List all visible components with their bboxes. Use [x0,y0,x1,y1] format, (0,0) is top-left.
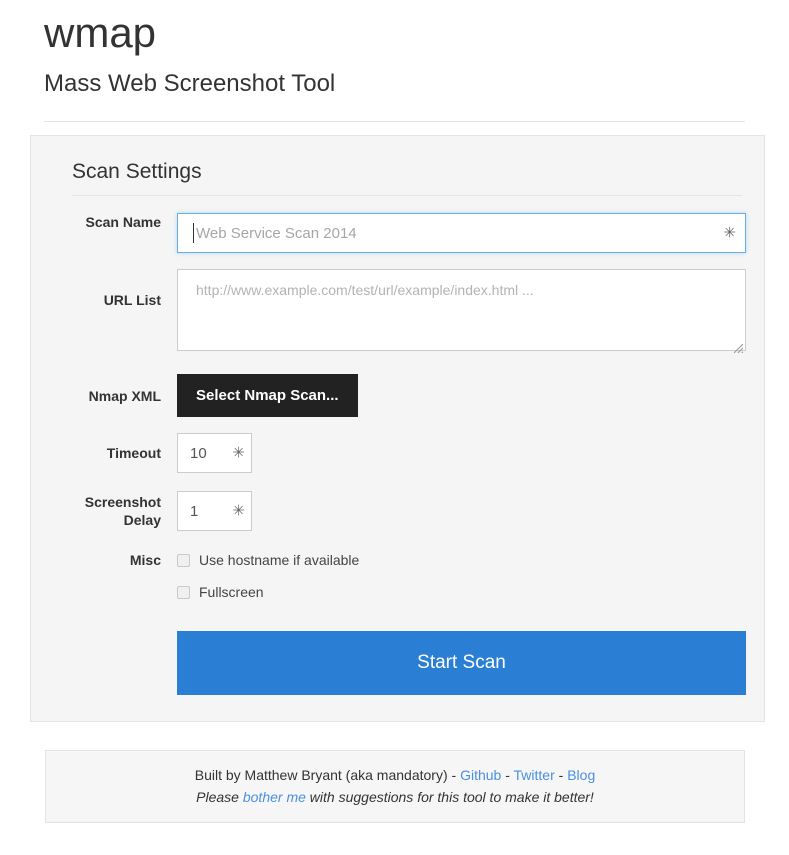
timeout-label: Timeout [106,445,161,461]
footer-separator: - [451,767,461,783]
use-hostname-label[interactable]: Use hostname if available [199,551,359,569]
screenshot-delay-input-wrap: ✳ [177,491,252,531]
form-row-timeout: Timeout ✳ [53,433,742,473]
checkbox-row-fullscreen[interactable]: Fullscreen [177,581,742,603]
scan-name-input-wrap: ✳ [177,213,746,253]
scan-name-label: Scan Name [85,214,161,230]
text-caret [193,223,194,243]
screenshot-delay-label-line2: Delay [123,512,161,528]
page-footer: Built by Matthew Bryant (aka mandatory) … [45,750,745,823]
header-divider [44,121,745,122]
footer-suffix-text: with suggestions for this tool to make i… [305,789,594,805]
footer-separator: - [501,767,514,783]
form-row-url-list: URL List [53,269,746,356]
footer-please-text: Please [196,789,243,805]
timeout-field: ✳ [177,433,742,473]
misc-field: Use hostname if available Fullscreen [177,549,742,613]
required-asterisk-icon: ✳ [723,224,736,242]
scan-name-field: ✳ [177,213,746,253]
form-row-nmap-xml: Nmap XML Select Nmap Scan... [53,374,742,417]
twitter-link[interactable]: Twitter [514,767,555,783]
required-asterisk-icon: ✳ [232,444,245,462]
screenshot-delay-field: ✳ [177,491,742,531]
page-header: wmap Mass Web Screenshot Tool [0,0,789,100]
select-nmap-scan-button[interactable]: Select Nmap Scan... [177,374,358,417]
url-list-label: URL List [103,292,161,308]
bother-me-link[interactable]: bother me [243,789,306,805]
scan-settings-panel: Scan Settings Scan Name ✳ URL List [30,135,765,722]
form-row-screenshot-delay: Screenshot Delay ✳ [53,491,742,531]
fullscreen-label[interactable]: Fullscreen [199,583,264,601]
start-scan-button[interactable]: Start Scan [177,631,746,695]
screenshot-delay-label: Screenshot Delay [53,491,177,529]
github-link[interactable]: Github [460,767,501,783]
fullscreen-checkbox[interactable] [177,585,190,599]
submit-row: Start Scan [53,613,746,695]
form-row-scan-name: Scan Name ✳ [53,213,746,253]
footer-credit-line: Built by Matthew Bryant (aka mandatory) … [56,764,734,786]
required-asterisk-icon: ✳ [232,502,245,520]
blog-link[interactable]: Blog [567,767,595,783]
app-title: wmap [44,9,157,56]
app-subtitle: Mass Web Screenshot Tool [44,70,336,97]
use-hostname-checkbox[interactable] [177,553,190,567]
url-list-textarea[interactable] [177,269,746,351]
screenshot-delay-label-line1: Screenshot [84,494,161,510]
footer-built-by-text: Built by Matthew Bryant (aka mandatory) [194,767,452,783]
panel-title: Scan Settings [72,160,202,183]
url-list-textarea-wrap [177,269,746,356]
footer-suggestion-line: Please bother me with suggestions for th… [56,786,734,808]
url-list-field [177,269,746,356]
nmap-xml-label: Nmap XML [88,388,161,404]
scan-settings-form: Scan Name ✳ URL List [53,196,746,695]
footer-separator: - [554,767,568,783]
page-root: wmap Mass Web Screenshot Tool Scan Setti… [0,0,789,855]
scan-name-input[interactable] [177,213,746,253]
timeout-input-wrap: ✳ [177,433,252,473]
form-row-misc: Misc Use hostname if available Fullscree… [53,549,742,613]
checkbox-row-hostname[interactable]: Use hostname if available [177,549,742,571]
nmap-xml-field: Select Nmap Scan... [177,374,742,417]
misc-label: Misc [129,552,161,568]
